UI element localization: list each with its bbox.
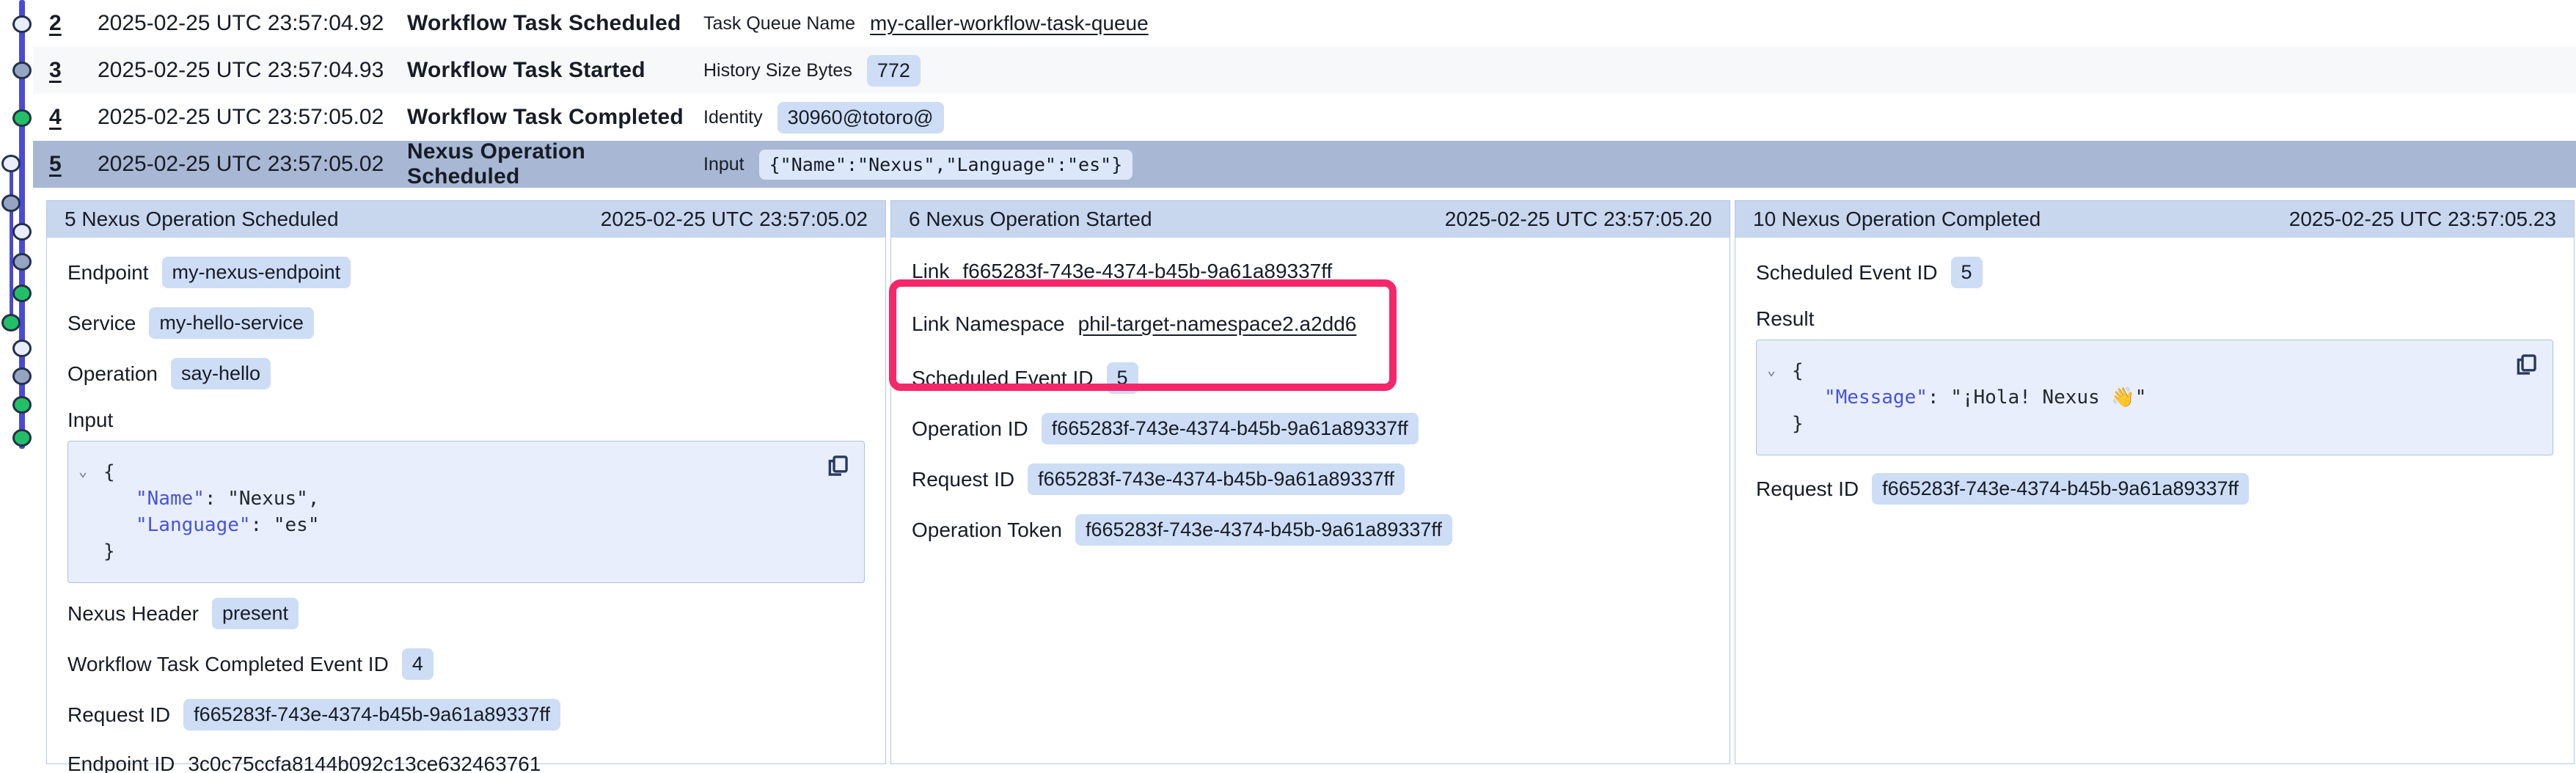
history-row-3[interactable]: 3 2025-02-25 UTC 23:57:04.93 Workflow Ta… [33, 47, 2576, 94]
endpoint-badge: my-nexus-endpoint [162, 257, 351, 288]
collapse-chevron-icon[interactable]: ⌄ [1767, 356, 1792, 383]
operation-id-badge: f665283f-743e-4374-b45b-9a61a89337ff [1042, 413, 1419, 444]
panel-nexus-operation-completed: 10 Nexus Operation Completed 2025-02-25 … [1735, 200, 2575, 764]
scheduled-event-id-badge: 5 [1107, 362, 1138, 394]
attr-label: Input [703, 154, 744, 175]
field-link: Link f665283f-743e-4374-b45b-9a61a89337f… [912, 257, 1709, 286]
event-group-detail: 5 Nexus Operation Scheduled 2025-02-25 U… [46, 200, 2575, 764]
event-timestamp: 2025-02-25 UTC 23:57:04.92 [98, 11, 391, 36]
event-id-link[interactable]: 2 [49, 11, 83, 36]
wft-completed-event-id-badge: 4 [402, 648, 433, 680]
service-badge: my-hello-service [149, 307, 314, 339]
event-dot-scheduled [1, 155, 21, 172]
panel-timestamp: 2025-02-25 UTC 23:57:05.23 [2289, 208, 2556, 231]
request-id-badge: f665283f-743e-4374-b45b-9a61a89337ff [1028, 464, 1405, 495]
field-endpoint-id: Endpoint ID 3c0c75ccfa8144b092c13ce63246… [67, 750, 865, 773]
link-namespace-link[interactable]: phil-target-namespace2.a2dd6 [1078, 312, 1357, 336]
field-service: Service my-hello-service [67, 307, 865, 339]
event-dot-started [12, 253, 32, 271]
history-row-4[interactable]: 4 2025-02-25 UTC 23:57:05.02 Workflow Ta… [33, 94, 2576, 141]
attr-value-badge: {"Name":"Nexus","Language":"es"} [759, 150, 1133, 180]
event-dot-completed [12, 429, 32, 447]
field-request-id: Request ID f665283f-743e-4374-b45b-9a61a… [67, 699, 865, 730]
panel-title: 10 Nexus Operation Completed [1753, 208, 2041, 231]
attr-value-badge: 30960@totoro@ [777, 102, 944, 133]
panel-timestamp: 2025-02-25 UTC 23:57:05.20 [1445, 208, 1712, 231]
event-name: Workflow Task Completed [407, 105, 703, 130]
event-timestamp: 2025-02-25 UTC 23:57:04.93 [98, 58, 391, 83]
event-dot-scheduled [12, 15, 32, 33]
panel-nexus-operation-started: 6 Nexus Operation Started 2025-02-25 UTC… [890, 200, 1730, 764]
panel-header: 5 Nexus Operation Scheduled 2025-02-25 U… [47, 201, 885, 238]
event-dot-completed [1, 314, 21, 331]
panel-body: Endpoint my-nexus-endpoint Service my-he… [47, 238, 885, 773]
event-dot-started [12, 367, 32, 385]
history-row-5-selected[interactable]: 5 2025-02-25 UTC 23:57:05.02 Nexus Opera… [33, 141, 2576, 188]
field-request-id: Request ID f665283f-743e-4374-b45b-9a61a… [912, 464, 1709, 495]
attr-value-badge: 772 [867, 55, 921, 87]
event-timestamp: 2025-02-25 UTC 23:57:05.02 [98, 105, 391, 130]
event-dot-completed [12, 396, 32, 414]
panel-nexus-operation-scheduled: 5 Nexus Operation Scheduled 2025-02-25 U… [46, 200, 886, 764]
request-id-badge: f665283f-743e-4374-b45b-9a61a89337ff [183, 699, 560, 730]
field-nexus-header: Nexus Header present [67, 598, 865, 629]
link-value-link[interactable]: f665283f-743e-4374-b45b-9a61a89337ff [962, 260, 1332, 283]
event-name: Workflow Task Scheduled [407, 11, 703, 36]
result-label: Result [1756, 307, 2553, 331]
operation-badge: say-hello [171, 358, 271, 389]
collapse-chevron-icon[interactable]: ⌄ [78, 458, 103, 484]
field-operation: Operation say-hello [67, 358, 865, 389]
task-queue-link[interactable]: my-caller-workflow-task-queue [870, 12, 1149, 35]
operation-token-badge: f665283f-743e-4374-b45b-9a61a89337ff [1075, 514, 1452, 546]
event-dot-started [12, 62, 32, 79]
attr-label: Task Queue Name [703, 13, 855, 34]
event-dot-completed [12, 109, 32, 127]
field-operation-token: Operation Token f665283f-743e-4374-b45b-… [912, 514, 1709, 546]
event-name: Nexus Operation Scheduled [407, 139, 703, 189]
endpoint-id-link[interactable]: 3c0c75ccfa8144b092c13ce632463761 [188, 752, 541, 773]
panel-title: 5 Nexus Operation Scheduled [65, 208, 339, 231]
event-dot-started [1, 194, 21, 212]
panel-title: 6 Nexus Operation Started [909, 208, 1152, 231]
event-id-link[interactable]: 3 [49, 58, 83, 83]
copy-icon[interactable] [2513, 352, 2539, 378]
input-json-viewer: ⌄{ "Name": "Nexus", "Language": "es" } [67, 441, 865, 583]
field-link-namespace: Link Namespace phil-target-namespace2.a2… [912, 309, 1709, 339]
nexus-header-badge: present [212, 598, 299, 629]
event-id-link[interactable]: 4 [49, 105, 83, 130]
workflow-history-view: 2 2025-02-25 UTC 23:57:04.92 Workflow Ta… [0, 0, 2576, 773]
field-endpoint: Endpoint my-nexus-endpoint [67, 257, 865, 288]
field-wft-completed-event-id: Workflow Task Completed Event ID 4 [67, 648, 865, 680]
request-id-badge: f665283f-743e-4374-b45b-9a61a89337ff [1872, 473, 2249, 505]
field-scheduled-event-id: Scheduled Event ID 5 [1756, 257, 2553, 288]
timeline-line-nexus-branch [10, 164, 13, 324]
history-row-2[interactable]: 2 2025-02-25 UTC 23:57:04.92 Workflow Ta… [33, 0, 2576, 47]
event-id-link[interactable]: 5 [49, 152, 83, 177]
panel-timestamp: 2025-02-25 UTC 23:57:05.02 [601, 208, 868, 231]
panel-header: 6 Nexus Operation Started 2025-02-25 UTC… [891, 201, 1730, 238]
panel-body: Link f665283f-743e-4374-b45b-9a61a89337f… [891, 238, 1730, 763]
event-dot-completed [12, 285, 32, 302]
input-label: Input [67, 409, 865, 432]
copy-icon[interactable] [824, 453, 851, 480]
event-timeline-rail [0, 0, 45, 773]
field-operation-id: Operation ID f665283f-743e-4374-b45b-9a6… [912, 413, 1709, 444]
attr-label: Identity [703, 107, 763, 128]
scheduled-event-id-badge: 5 [1951, 257, 1983, 288]
field-scheduled-event-id: Scheduled Event ID 5 [912, 362, 1709, 394]
panel-body: Scheduled Event ID 5 Result ⌄{ "Message"… [1735, 238, 2574, 763]
result-json-viewer: ⌄{ "Message": "¡Hola! Nexus 👋" } [1756, 340, 2553, 455]
event-dot-scheduled [12, 223, 32, 241]
event-history-rows: 2 2025-02-25 UTC 23:57:04.92 Workflow Ta… [0, 0, 2576, 188]
event-name: Workflow Task Started [407, 58, 703, 83]
field-request-id: Request ID f665283f-743e-4374-b45b-9a61a… [1756, 473, 2553, 505]
event-dot-scheduled [12, 340, 32, 357]
panel-header: 10 Nexus Operation Completed 2025-02-25 … [1735, 201, 2574, 238]
attr-label: History Size Bytes [703, 60, 852, 81]
event-timestamp: 2025-02-25 UTC 23:57:05.02 [98, 152, 391, 177]
